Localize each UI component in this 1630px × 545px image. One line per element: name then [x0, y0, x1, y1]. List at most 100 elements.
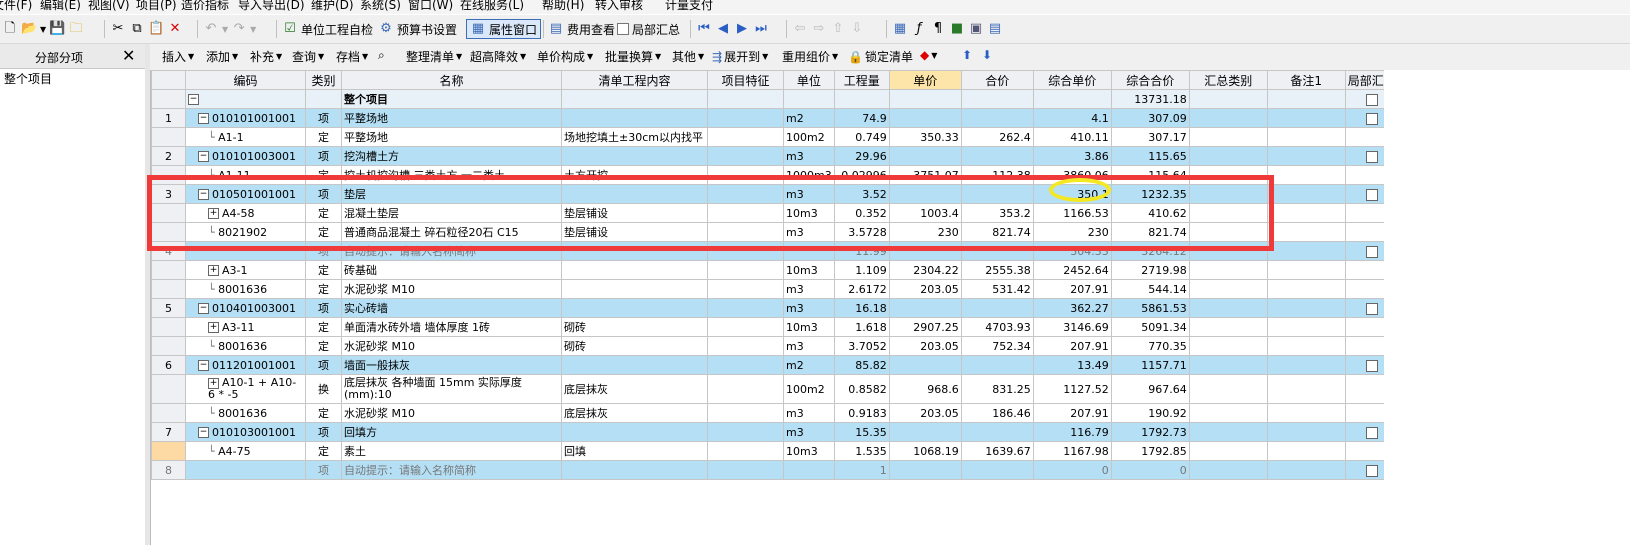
cell-comp-total[interactable]: 307.17 — [1110, 127, 1190, 147]
cell-total[interactable] — [960, 460, 1034, 480]
col-header-content[interactable]: 清单工程内容 — [561, 70, 708, 90]
cell-type[interactable]: 项 — [305, 422, 342, 442]
cell-qty[interactable] — [833, 89, 890, 109]
cell-code[interactable]: └ A4-75 — [185, 441, 306, 461]
cell-remark[interactable] — [1266, 127, 1346, 147]
calculator-icon[interactable]: ▦ — [892, 21, 908, 37]
undo-dropdown-icon[interactable]: ▼ — [222, 25, 228, 34]
cell-total[interactable] — [960, 89, 1034, 109]
add-button[interactable]: 添加 ▼ — [206, 48, 238, 65]
cell-comp-price[interactable]: 13.49 — [1032, 355, 1112, 375]
cell-qty[interactable]: 1.535 — [833, 441, 890, 461]
cell-feature[interactable] — [707, 336, 784, 356]
cell-name[interactable]: 底层抹灰 各种墙面 15mm 实际厚度(mm):10 — [341, 374, 562, 404]
cell-content[interactable] — [561, 146, 708, 166]
organize-list-button[interactable]: 整理清单 ▼ — [406, 48, 462, 65]
cell-comp-price[interactable]: 207.91 — [1032, 279, 1112, 299]
formula-icon[interactable]: ƒ — [911, 21, 927, 37]
cell-unit[interactable]: m3 — [783, 146, 835, 166]
cell-price[interactable]: 350.33 — [888, 127, 962, 147]
col-header-type[interactable]: 类别 — [305, 70, 342, 90]
cell-content[interactable]: 砌砖 — [561, 336, 708, 356]
local-summary-checkbox[interactable] — [1365, 188, 1378, 201]
reuse-price-button[interactable]: 重用组价 ▼ — [782, 48, 838, 65]
insert-button[interactable]: 插入 ▼ — [162, 48, 194, 65]
cell-price[interactable]: 203.05 — [888, 403, 962, 423]
cell-unit[interactable]: 100m2 — [783, 374, 835, 404]
menu-view[interactable]: 视图(V) — [88, 0, 130, 13]
col-header-comp-price[interactable]: 综合单价 — [1032, 70, 1112, 90]
cell-total[interactable] — [960, 422, 1034, 442]
last-icon[interactable]: ⏭ — [753, 21, 769, 37]
cell-code[interactable]: └ 8001636 — [185, 279, 306, 299]
cell-summary[interactable] — [1188, 441, 1268, 461]
move-up-icon[interactable]: ⇧ — [830, 21, 846, 37]
cell-content[interactable]: 底层抹灰 — [561, 403, 708, 423]
cell-unit[interactable]: m3 — [783, 403, 835, 423]
cell-total[interactable]: 1639.67 — [960, 441, 1034, 461]
move-down-button[interactable]: ⬇ — [982, 48, 992, 62]
cell-unit[interactable]: m3 — [783, 279, 835, 299]
cell-type[interactable]: 定 — [305, 403, 342, 423]
cell-remark[interactable] — [1266, 279, 1346, 299]
expand-toggle-icon[interactable]: + — [208, 377, 219, 389]
col-header-qty[interactable]: 工程量 — [833, 70, 890, 90]
cell-remark[interactable] — [1266, 89, 1346, 109]
menu-online[interactable]: 在线服务(L) — [460, 0, 524, 13]
new-file-icon[interactable]: 🗋 — [2, 21, 18, 37]
archive-button[interactable]: 存档 ▼ — [336, 48, 368, 65]
cell-comp-price[interactable]: 3146.69 — [1032, 317, 1112, 337]
cell-comp-price[interactable]: 2452.64 — [1032, 260, 1112, 280]
menu-edit[interactable]: 编辑(E) — [40, 0, 81, 13]
table-row[interactable]: − 整个项目 13731.18 — [151, 89, 1399, 109]
cell-comp-price[interactable]: 0 — [1032, 460, 1112, 480]
cell-type[interactable] — [305, 89, 342, 109]
cell-qty[interactable]: 74.9 — [833, 108, 890, 128]
cell-remark[interactable] — [1266, 374, 1346, 404]
cell-comp-total[interactable]: 967.64 — [1110, 374, 1190, 404]
cell-content[interactable] — [561, 279, 708, 299]
cell-summary[interactable] — [1188, 422, 1268, 442]
cell-qty[interactable]: 1.618 — [833, 317, 890, 337]
cell-comp-total[interactable]: 544.14 — [1110, 279, 1190, 299]
cell-unit[interactable]: m3 — [783, 422, 835, 442]
cell-feature[interactable] — [707, 422, 784, 442]
cell-total[interactable] — [960, 146, 1034, 166]
cell-remark[interactable] — [1266, 317, 1346, 337]
cell-code[interactable]: −010401003001 — [185, 298, 306, 318]
cell-qty[interactable]: 15.35 — [833, 422, 890, 442]
table-row[interactable]: 8 项自动提示：请输入名称简称 1 0 0 — [151, 460, 1399, 480]
cell-comp-price[interactable]: 4.1 — [1032, 108, 1112, 128]
local-summary-toggle[interactable]: 局部汇总 — [617, 19, 680, 39]
close-icon[interactable]: ✕ — [122, 46, 135, 65]
cell-name[interactable]: 墙面一般抹灰 — [341, 355, 562, 375]
cell-summary[interactable] — [1188, 260, 1268, 280]
cell-feature[interactable] — [707, 127, 784, 147]
cell-comp-price[interactable]: 116.79 — [1032, 422, 1112, 442]
expand-toggle-icon[interactable]: + — [208, 265, 219, 276]
col-header-comp-total[interactable]: 综合合价 — [1110, 70, 1190, 90]
cell-price[interactable] — [888, 146, 962, 166]
cell-code[interactable] — [185, 460, 306, 480]
cell-comp-price[interactable]: 207.91 — [1032, 403, 1112, 423]
cell-remark[interactable] — [1266, 460, 1346, 480]
table-row[interactable]: 1−010101001001 项平整场地 m2 74.9 4.1 307.09 — [151, 108, 1399, 128]
cell-unit[interactable]: m2 — [783, 108, 835, 128]
cell-comp-price[interactable]: 1127.52 — [1032, 374, 1112, 404]
cell-comp-price[interactable]: 207.91 — [1032, 336, 1112, 356]
expand-to-button[interactable]: ⇶ 展开到 ▼ — [712, 48, 768, 65]
cut-icon[interactable]: ✂ — [110, 21, 126, 37]
property-window-button[interactable]: ▦ 属性窗口 — [466, 19, 542, 39]
cell-summary[interactable] — [1188, 374, 1268, 404]
table-row[interactable]: + A10-1 + A10-6 * -5 换底层抹灰 各种墙面 15mm 实际厚度(… — [151, 374, 1399, 404]
col-header-feature[interactable]: 项目特征 — [707, 70, 784, 90]
col-header-remark[interactable]: 备注1 — [1266, 70, 1346, 90]
cell-total[interactable]: 186.46 — [960, 403, 1034, 423]
table-row[interactable]: + A3-1 定砖基础 10m3 1.109 2304.22 2555.38 2452.64 2… — [151, 260, 1399, 280]
table-row[interactable]: └ 8001636 定水泥砂浆 M10 底层抹灰 m3 0.9183 203.05 186.… — [151, 403, 1399, 423]
table-row[interactable]: 5−010401003001 项实心砖墙 m3 16.18 362.27 5861.53 — [151, 298, 1399, 318]
table-row[interactable]: + A3-11 定单面清水砖外墙 墙体厚度 1砖 砌砖 10m3 1.618 2907.25… — [151, 317, 1399, 337]
cell-code[interactable]: └ 8001636 — [185, 403, 306, 423]
cell-type[interactable]: 项 — [305, 108, 342, 128]
col-header-summary-type[interactable]: 汇总类别 — [1188, 70, 1268, 90]
